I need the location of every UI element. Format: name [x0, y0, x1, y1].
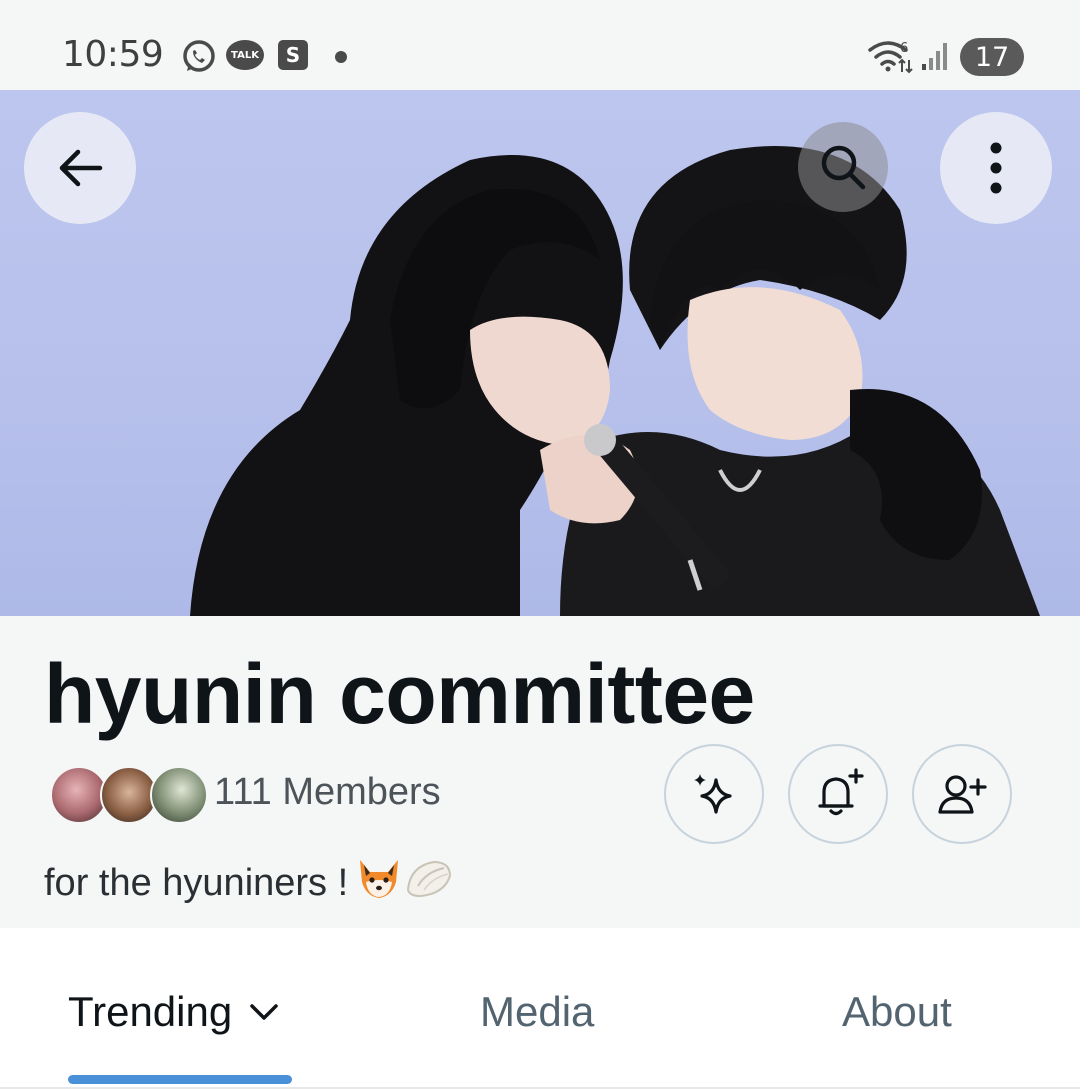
status-time: 10:59: [62, 34, 164, 75]
tabs-divider: [0, 1087, 1080, 1089]
bell-plus-icon: [818, 768, 864, 816]
back-button[interactable]: [24, 112, 136, 224]
more-vertical-icon: [990, 142, 1002, 194]
community-banner: [0, 90, 1080, 616]
person-plus-icon: [938, 775, 987, 814]
community-info: hyunin committee 111 Members for the hyu…: [0, 616, 1080, 928]
notification-dot-icon: [335, 51, 347, 63]
s-app-icon: S: [278, 40, 308, 70]
chevron-down-icon: [250, 1004, 278, 1020]
wifi-icon: 6: [866, 38, 914, 78]
whatsapp-icon: [180, 38, 218, 80]
battery-indicator: 17: [960, 38, 1024, 76]
banner-photo: [190, 146, 1040, 616]
tab-label: About: [842, 988, 952, 1035]
avatar: [150, 766, 208, 824]
join-button[interactable]: [912, 744, 1012, 844]
community-tabs: Trending Media About: [0, 928, 1080, 1091]
community-description: for the hyuniners !: [44, 856, 454, 910]
highlights-button[interactable]: [664, 744, 764, 844]
signal-icon: [920, 40, 950, 76]
fox-face-emoji: [356, 856, 402, 910]
search-button[interactable]: [798, 122, 888, 212]
tab-media[interactable]: Media: [480, 988, 594, 1036]
arrow-left-icon: [59, 149, 103, 187]
active-tab-indicator: [68, 1075, 292, 1084]
description-text: for the hyuniners !: [44, 861, 349, 904]
dumpling-emoji: [404, 856, 454, 910]
notifications-button[interactable]: [788, 744, 888, 844]
tab-label: Media: [480, 988, 595, 1035]
more-options-button[interactable]: [940, 112, 1052, 224]
kakaotalk-icon: TALK: [226, 40, 264, 70]
search-icon: [821, 145, 866, 190]
members-count[interactable]: 111 Members: [214, 771, 441, 814]
member-avatars[interactable]: [50, 766, 208, 824]
tab-label: Trending: [68, 988, 233, 1035]
sparkle-icon: [694, 774, 732, 814]
status-bar: 10:59 TALK S 6 17: [0, 0, 1080, 90]
tab-trending[interactable]: Trending: [68, 988, 282, 1036]
svg-text:6: 6: [900, 41, 908, 56]
tab-about[interactable]: About: [842, 988, 952, 1036]
community-name: hyunin committee: [44, 647, 755, 741]
